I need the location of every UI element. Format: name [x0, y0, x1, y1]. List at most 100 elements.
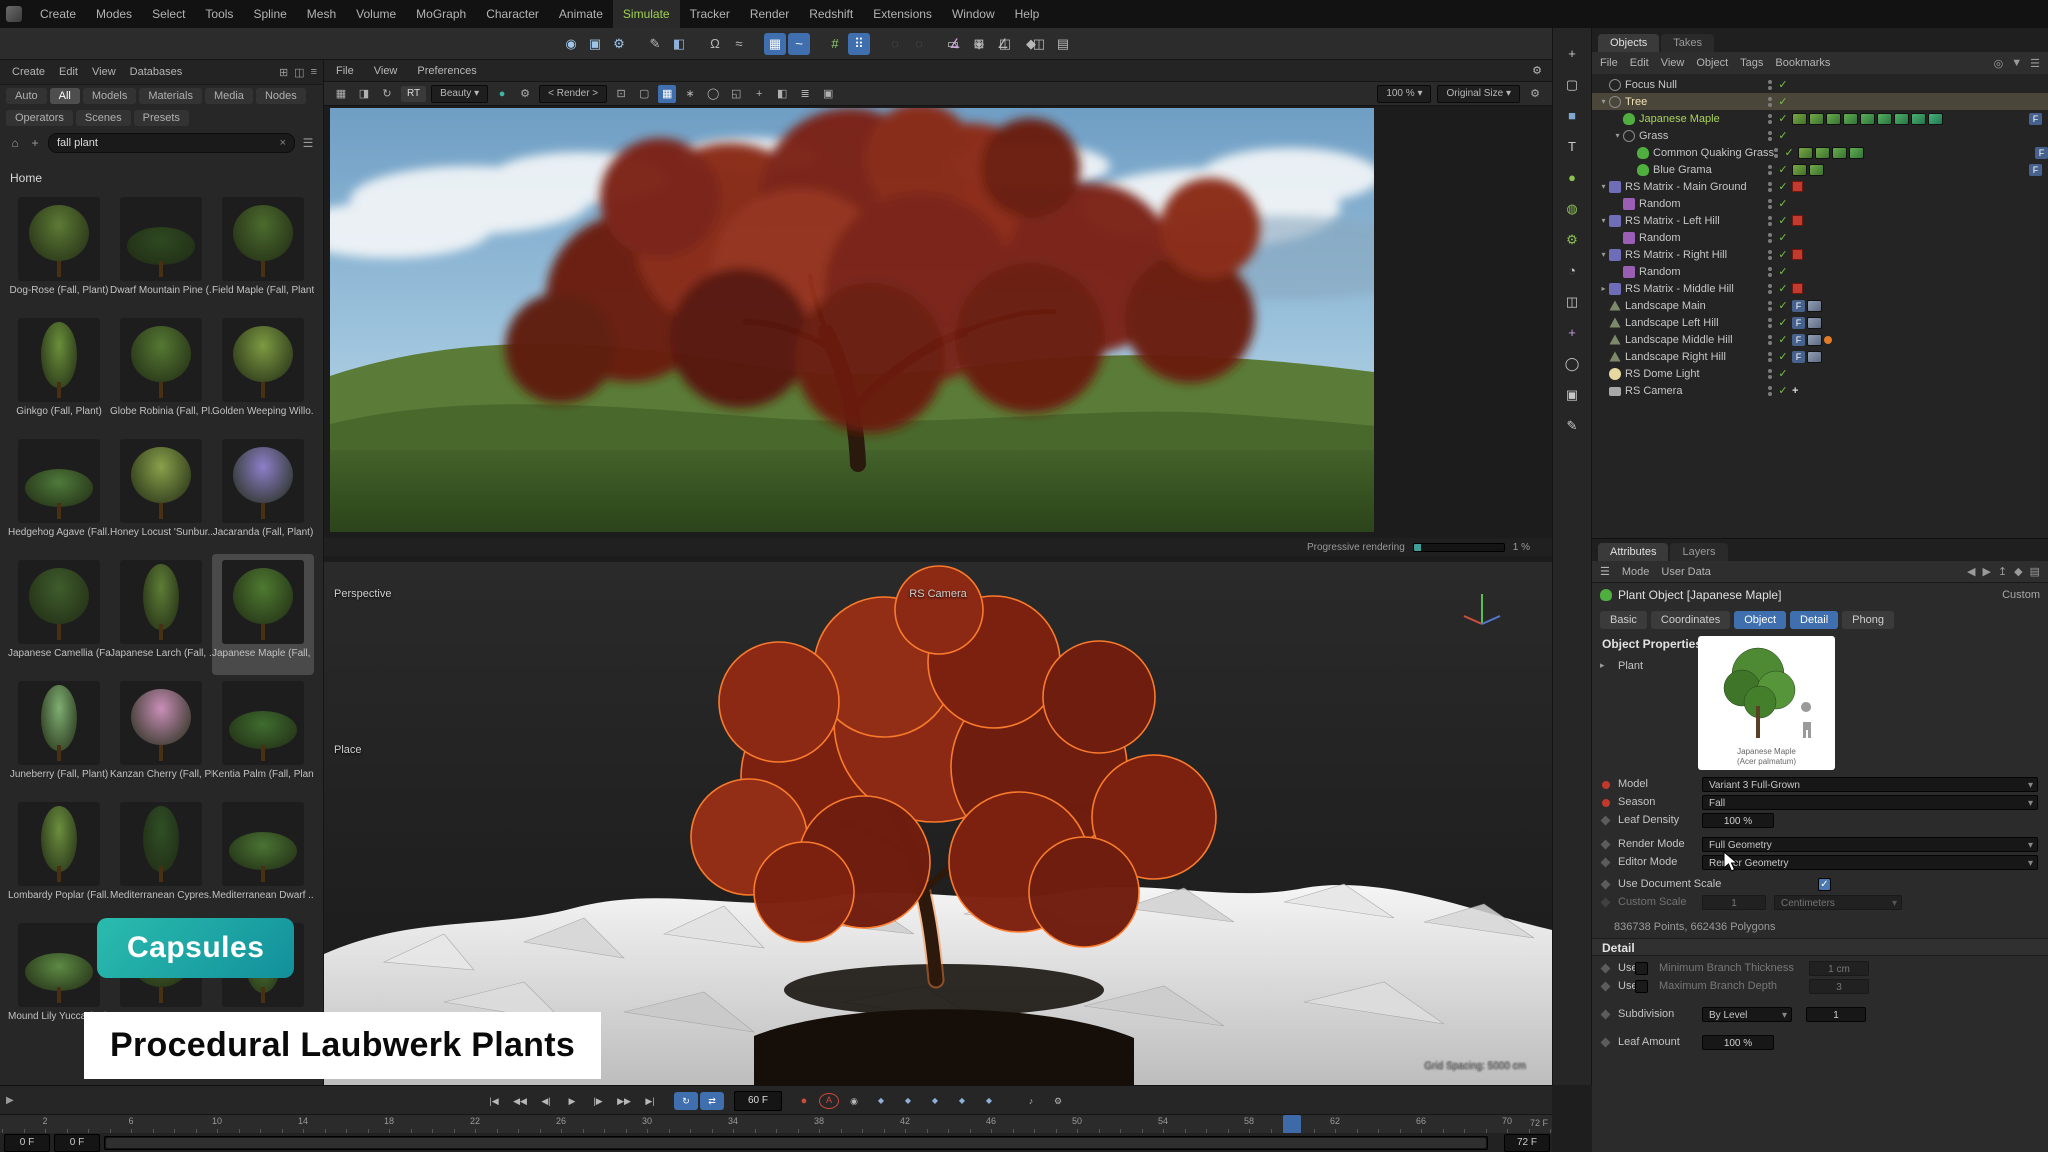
render-pass-dropdown[interactable]: Beauty ▾: [431, 85, 488, 103]
menu-create[interactable]: Create: [30, 0, 86, 28]
material-tag-icon[interactable]: [1860, 113, 1875, 125]
enabled-check-icon[interactable]: ✓: [1777, 248, 1789, 261]
render-picture-viewer-icon[interactable]: ▣: [584, 33, 606, 55]
attr-tab-coordinates[interactable]: Coordinates: [1651, 611, 1730, 629]
menu-redshift[interactable]: Redshift: [799, 0, 863, 28]
visibility-dots[interactable]: [1768, 335, 1772, 345]
material-tag-icon[interactable]: [1792, 113, 1807, 125]
visibility-dots[interactable]: [1768, 216, 1772, 226]
play-icon[interactable]: ▶: [560, 1092, 584, 1110]
om-menu-object[interactable]: Object: [1696, 57, 1728, 69]
custom-scale-unit-dropdown[interactable]: Centimeters▾: [1774, 895, 1902, 910]
flake-icon[interactable]: ∗: [681, 85, 699, 103]
material-tag-icon[interactable]: [1826, 113, 1841, 125]
object-row-tree[interactable]: ▾Tree✓: [1592, 93, 2048, 110]
menu-help[interactable]: Help: [1005, 0, 1050, 28]
enabled-check-icon[interactable]: ✓: [1777, 129, 1789, 142]
tab-takes[interactable]: Takes: [1661, 34, 1714, 52]
camera-target-icon[interactable]: +: [1792, 385, 1798, 397]
plant-preview-thumbnail[interactable]: Japanese Maple (Acer palmatum): [1698, 636, 1835, 770]
filter-tab-materials[interactable]: Materials: [139, 88, 202, 104]
asset-japanese-maple-fall[interactable]: Japanese Maple (Fall, ...: [212, 554, 314, 675]
filter-icon[interactable]: ▼: [2011, 57, 2022, 70]
visibility-dots[interactable]: [1768, 131, 1772, 141]
up-icon[interactable]: ↥: [1998, 565, 2007, 578]
asset-jacaranda-fall-pla[interactable]: Jacaranda (Fall, Plant): [212, 433, 314, 554]
om-menu-edit[interactable]: Edit: [1630, 57, 1649, 69]
object-row-landscape-middle-hill[interactable]: Landscape Middle Hill✓F: [1592, 331, 2048, 348]
menu-render[interactable]: Render: [740, 0, 799, 28]
grid-array-icon[interactable]: #: [824, 33, 846, 55]
object-row-landscape-right-hill[interactable]: Landscape Right Hill✓F: [1592, 348, 2048, 365]
render-nav-dropdown[interactable]: < Render >: [539, 85, 607, 103]
visibility-dots[interactable]: [1768, 97, 1772, 107]
object-row-landscape-left-hill[interactable]: Landscape Left Hill✓F: [1592, 314, 2048, 331]
filter-tab-operators[interactable]: Operators: [6, 110, 73, 126]
user-data-menu[interactable]: User Data: [1661, 566, 1711, 578]
current-frame-field[interactable]: 60 F: [734, 1091, 782, 1111]
enabled-check-icon[interactable]: ✓: [1777, 265, 1789, 278]
object-row-random[interactable]: Random✓: [1592, 263, 2048, 280]
zoom-dropdown[interactable]: 100 % ▾: [1377, 85, 1431, 103]
enabled-check-icon[interactable]: ✓: [1777, 316, 1789, 329]
next-key-icon[interactable]: ▶▶: [612, 1092, 636, 1110]
visibility-dots[interactable]: [1768, 165, 1772, 175]
ab-compare-icon[interactable]: ◧: [773, 85, 791, 103]
material-tag-icon[interactable]: [1798, 147, 1813, 159]
goto-end-icon[interactable]: ▶|: [638, 1092, 662, 1110]
viewport-view-label[interactable]: Perspective: [334, 588, 391, 600]
attr-tab-object[interactable]: Object: [1734, 611, 1786, 629]
render-settings-gear-icon[interactable]: ⚙: [1526, 85, 1544, 103]
object-row-random[interactable]: Random✓: [1592, 229, 2048, 246]
panel-menu-icon[interactable]: ☰: [2030, 57, 2040, 70]
search-options-icon[interactable]: ☰: [301, 136, 315, 150]
max-branch-checkbox[interactable]: [1635, 980, 1648, 993]
asset-field-maple-fall-p[interactable]: Field Maple (Fall, Plant): [212, 191, 314, 312]
phong-tag-icon[interactable]: F: [1792, 351, 1805, 363]
material-tag-icon[interactable]: [1832, 147, 1847, 159]
object-mode-icon[interactable]: ⚙: [1559, 228, 1585, 252]
sound-icon[interactable]: ♪: [1019, 1092, 1043, 1110]
visibility-dots[interactable]: [1768, 284, 1772, 294]
browser-menu-edit[interactable]: Edit: [53, 61, 84, 83]
min-branch-checkbox[interactable]: [1635, 962, 1648, 975]
enabled-check-icon[interactable]: ✓: [1777, 350, 1789, 363]
primitive-cube-icon[interactable]: ◧: [668, 33, 690, 55]
axis-tool-icon[interactable]: +: [1559, 321, 1585, 345]
text-tool-icon[interactable]: T: [1559, 135, 1585, 159]
menu-select[interactable]: Select: [142, 0, 195, 28]
menu-mograph[interactable]: MoGraph: [406, 0, 476, 28]
custom-scale-field[interactable]: 1: [1702, 895, 1766, 910]
material-tag-icon[interactable]: [1807, 300, 1822, 312]
render-region-icon[interactable]: ▣: [1559, 383, 1585, 407]
material-tag-icon[interactable]: [1911, 113, 1926, 125]
asset-kanzan-cherry-fall[interactable]: Kanzan Cherry (Fall, Pl...: [110, 675, 212, 796]
asset-honey-locust-sunbur[interactable]: Honey Locust 'Sunbur...: [110, 433, 212, 554]
filter-tab-presets[interactable]: Presets: [134, 110, 189, 126]
measure-icon[interactable]: ◔: [1559, 259, 1585, 283]
om-menu-tags[interactable]: Tags: [1740, 57, 1763, 69]
browser-menu-create[interactable]: Create: [6, 61, 51, 83]
object-row-common-quaking-grass[interactable]: Common Quaking Grass✓F: [1592, 144, 2048, 161]
menu-tracker[interactable]: Tracker: [680, 0, 740, 28]
transport-options-icon[interactable]: ⚙: [1046, 1092, 1070, 1110]
menu-window[interactable]: Window: [942, 0, 1005, 28]
asset-kentia-palm-fall-p[interactable]: Kentia Palm (Fall, Plant): [212, 675, 314, 796]
om-menu-file[interactable]: File: [1600, 57, 1618, 69]
texture-mode-icon[interactable]: ◍: [1559, 197, 1585, 221]
simulate-rope-icon[interactable]: ~: [788, 33, 810, 55]
browser-menu-icon[interactable]: ≡: [311, 66, 317, 79]
enabled-check-icon[interactable]: ✓: [1777, 214, 1789, 227]
ipr-dot-icon[interactable]: ●: [493, 85, 511, 103]
enabled-check-icon[interactable]: ✓: [1777, 367, 1789, 380]
asset-japanese-camellia-f[interactable]: Japanese Camellia (Fal...: [8, 554, 110, 675]
menu-animate[interactable]: Animate: [549, 0, 613, 28]
timeline-play-icon[interactable]: ▶: [6, 1095, 14, 1106]
object-row-focus-null[interactable]: Focus Null✓: [1592, 76, 2048, 93]
attr-tab-basic[interactable]: Basic: [1600, 611, 1647, 629]
axis-gizmo-icon[interactable]: [1458, 588, 1506, 635]
filter-tab-auto[interactable]: Auto: [6, 88, 47, 104]
expand-arrow-icon[interactable]: ▾: [1598, 97, 1609, 106]
back-icon[interactable]: ◀: [1967, 565, 1975, 578]
enabled-check-icon[interactable]: ✓: [1777, 197, 1789, 210]
